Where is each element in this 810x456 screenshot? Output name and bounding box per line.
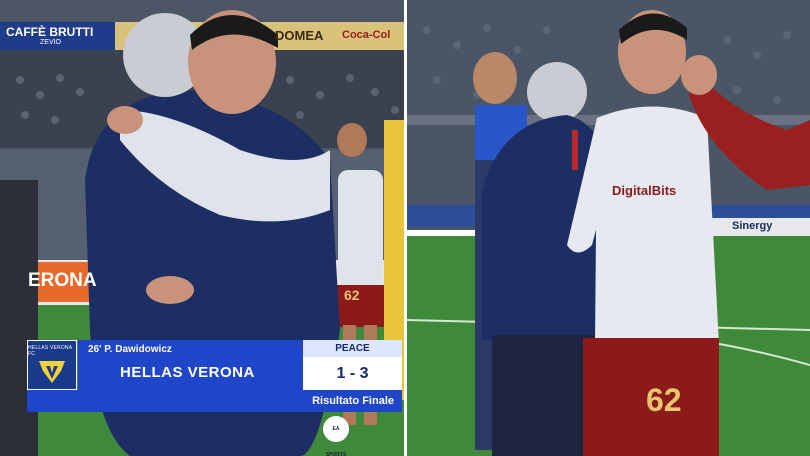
shorts-number: 62	[344, 287, 360, 303]
ad-board-zevio: ZEVIO	[40, 39, 62, 46]
ad-board-domea: DOMEA	[275, 28, 324, 43]
score-right-block: PEACE 1 - 3	[303, 340, 402, 390]
right-photo: DigitalBits Sinergy 62	[407, 0, 810, 456]
match-status: Risultato Finale	[27, 390, 402, 412]
led-board-text: ERONA	[28, 270, 97, 291]
ad-board-coca: Coca-Col	[342, 29, 391, 41]
jersey-sponsor: DigitalBits	[612, 183, 677, 198]
match-score: 1 - 3	[303, 357, 402, 390]
team-crest: HELLAS VERONA FC	[27, 340, 77, 390]
score-main-bar: 26' P. Dawidowicz HELLAS VERONA	[78, 340, 328, 390]
crest-label: HELLAS VERONA FC	[28, 345, 73, 357]
crest-mask-icon	[39, 361, 65, 383]
score-overlay: HELLAS VERONA FC 26' P. Dawidowicz HELLA…	[27, 340, 402, 456]
ad-board-sinergy: Sinergy	[732, 220, 773, 232]
ad-board-caffe: CAFFÈ BRUTTI	[6, 25, 94, 39]
shorts-number-right: 62	[646, 382, 682, 418]
home-team-name: HELLAS VERONA	[120, 364, 255, 381]
ea-sports-logo: EA SPORTS	[323, 416, 349, 456]
left-photo: CAFFÈ BRUTTI ZEVIO DOMEA Coca-Col ERONA …	[0, 0, 404, 456]
away-team-label: PEACE	[303, 340, 402, 357]
goal-event: 26' P. Dawidowicz	[88, 344, 172, 355]
